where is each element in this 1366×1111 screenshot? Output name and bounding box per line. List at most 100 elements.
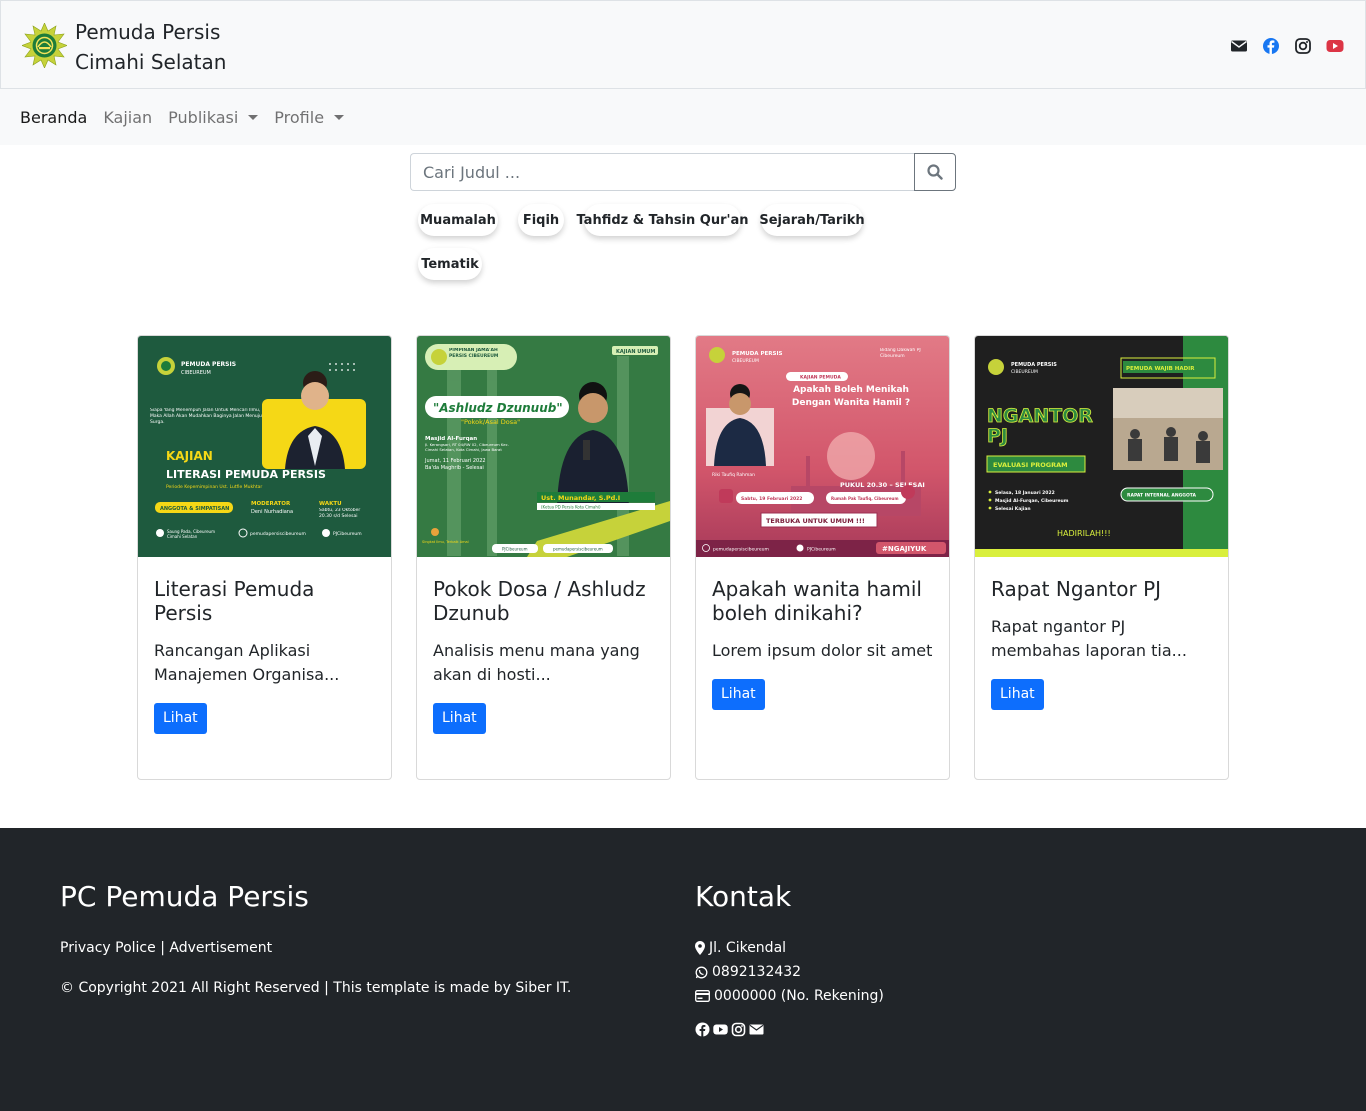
instagram-icon[interactable] <box>731 1022 746 1037</box>
img-hashtag: #NGAJIYUK <box>882 545 927 553</box>
contact-title: Kontak <box>695 880 792 913</box>
brand-line-2: Cimahi Selatan <box>75 50 227 74</box>
img-periode: Periode Kepemimpinan Ust. Lutfie Mukhtar <box>166 484 262 490</box>
credit-card-icon <box>695 990 710 1002</box>
search-input[interactable] <box>410 153 914 191</box>
chevron-down-icon <box>248 114 259 120</box>
envelope-icon[interactable] <box>1230 37 1248 55</box>
post-cards: PEMUDA PERSIS CIBEUREUM Siapa Yang Menem… <box>137 335 1229 780</box>
card-image[interactable]: PIMPINAN JAMA'AH PERSIS CIBEUREUM KAJIAN… <box>417 336 670 557</box>
phone-text: 0892132432 <box>712 964 802 980</box>
privacy-link[interactable]: Privacy Police <box>60 940 156 956</box>
brand-name[interactable]: Pemuda Persis Cimahi Selatan <box>75 17 226 77</box>
card-image[interactable]: PEMUDA PERSIS CIBEUREUM PEMUDA WAJIB HAD… <box>975 336 1228 557</box>
tag-tahfidz-tahsin[interactable]: Tahfidz & Tahsin Qur'an <box>576 204 749 236</box>
img-audience: ANGGOTA & SIMPATISAN <box>160 506 229 512</box>
img-ig: pemudapersiscibeureum <box>250 531 306 537</box>
search-button[interactable] <box>914 153 956 191</box>
img-headline: "Ashludz Dzunuub" <box>433 401 563 415</box>
img-waktu-label: WAKTU <box>319 501 342 507</box>
top-header: Pemuda Persis Cimahi Selatan <box>0 0 1366 89</box>
main-navbar: Beranda Kajian Publikasi Profile <box>0 89 1366 145</box>
tag-fiqih[interactable]: Fiqih <box>518 204 564 236</box>
map-marker-icon <box>695 941 705 955</box>
lihat-button[interactable]: Lihat <box>991 679 1044 710</box>
img-waktu: Sabtu, 23 Oktober 20.30 s/d Selesai <box>319 508 361 519</box>
card-image[interactable]: PEMUDA PERSIS CIBEUREUM Siapa Yang Menem… <box>138 336 391 557</box>
footer-separator: | <box>160 940 165 956</box>
card-title: Rapat Ngantor PJ <box>991 577 1162 601</box>
img-headline: LITERASI PEMUDA PERSIS <box>166 468 326 481</box>
lihat-button[interactable]: Lihat <box>154 703 207 734</box>
card-text: Lorem ipsum dolor sit amet <box>712 641 933 660</box>
card-text: Rancangan Aplikasi Manajemen Organisa... <box>154 641 340 684</box>
img-fb: PJCibeureum <box>502 547 528 552</box>
nav-kajian[interactable]: Kajian <box>95 108 160 127</box>
advertisement-link[interactable]: Advertisement <box>169 940 272 956</box>
img-date: Sabtu, 19 Februari 2022 <box>741 496 802 502</box>
img-badge: PEMUDA WAJIB HADIR <box>1126 366 1195 372</box>
tag-muamalah[interactable]: Muamalah <box>418 204 498 236</box>
facebook-icon[interactable] <box>1262 37 1280 55</box>
card-image[interactable]: PEMUDA PERSIS CIBEUREUM Bidang Dakwah PJ… <box>696 336 949 557</box>
img-sub: CIBEUREUM <box>181 370 211 376</box>
instagram-icon[interactable] <box>1294 37 1312 55</box>
nav-publikasi-dropdown[interactable]: Publikasi <box>160 108 266 127</box>
img-quote: Siapa Yang Menempuh Jalan Untuk Mencari … <box>150 408 262 425</box>
post-card: PIMPINAN JAMA'AH PERSIS CIBEUREUM KAJIAN… <box>416 335 671 780</box>
facebook-icon[interactable] <box>695 1022 710 1037</box>
card-title: Pokok Dosa / Ashludz Dzunub <box>433 577 646 625</box>
card-title: Literasi Pemuda Persis <box>154 577 315 625</box>
header-social-links <box>1230 37 1344 55</box>
post-card: PEMUDA PERSIS CIBEUREUM Bidang Dakwah PJ… <box>695 335 950 780</box>
img-headline-2: PJ <box>987 425 1008 447</box>
img-date: Jumat, 11 Februari 2022 <box>424 458 486 464</box>
nav-profile-dropdown[interactable]: Profile <box>266 108 352 127</box>
search-icon <box>927 164 943 180</box>
img-bidang: Bidang Dakwah PJ Cibeureum <box>880 348 921 359</box>
nav-label: Kajian <box>103 107 153 127</box>
contact-address: Jl. Cikendal <box>695 936 884 960</box>
footer-contact: Kontak Jl. Cikendal 0892132432 0000000 (… <box>695 880 884 1037</box>
img-fb: PJCibeureum <box>333 531 362 537</box>
lihat-button[interactable]: Lihat <box>712 679 765 710</box>
img-kajian: KAJIAN <box>166 449 213 463</box>
img-org: PEMUDA PERSIS <box>181 361 236 368</box>
img-sub: "Pokok/Asal Dosa" <box>461 418 520 426</box>
post-card: PEMUDA PERSIS CIBEUREUM Siapa Yang Menem… <box>137 335 392 780</box>
tag-tematik[interactable]: Tematik <box>418 248 482 280</box>
chevron-down-icon <box>334 114 345 120</box>
account-text: 0000000 (No. Rekening) <box>714 988 884 1004</box>
img-moderator-label: MODERATOR <box>251 501 291 507</box>
search-bar <box>410 153 956 191</box>
img-place: Rumah Pak Taufiq, Cibeureum <box>831 496 899 501</box>
card-text: Rapat ngantor PJ membahas laporan tia... <box>991 617 1187 660</box>
envelope-icon[interactable] <box>749 1022 764 1037</box>
img-loc: Saung Pada, Cibeureum Cimahi Selatan <box>167 529 215 539</box>
img-eval: EVALUASI PROGRAM <box>993 461 1068 469</box>
img-fb: PJCibeureum <box>807 547 836 553</box>
img-open: TERBUKA UNTUK UMUM !!! <box>766 517 865 525</box>
img-sub: CIBEUREUM <box>732 358 759 364</box>
img-org: PEMUDA PERSIS <box>1011 362 1057 368</box>
tag-sejarah-tarikh[interactable]: Sejarah/Tarikh <box>759 204 865 236</box>
img-badge: KAJIAN UMUM <box>616 349 655 355</box>
img-sub: CIBEUREUM <box>1011 369 1038 375</box>
youtube-icon[interactable] <box>713 1022 728 1037</box>
footer-social-links <box>695 1022 884 1037</box>
nav-label: Publikasi <box>168 107 239 127</box>
pemuda-persis-logo[interactable] <box>22 23 67 68</box>
nav-beranda[interactable]: Beranda <box>20 108 95 127</box>
img-speaker-role: (Ketua PD Persis Kota Cimahi) <box>541 505 601 510</box>
img-rapat: RAPAT INTERNAL ANGGOTA <box>1127 493 1197 499</box>
youtube-icon[interactable] <box>1326 37 1344 55</box>
contact-account: 0000000 (No. Rekening) <box>695 984 884 1008</box>
footer-about: PC Pemuda Persis Privacy Police | Advert… <box>60 880 571 1000</box>
img-speaker: Ust. Munandar, S.Pd.I <box>541 494 620 502</box>
img-time: Ba'da Maghrib - Selesai <box>425 465 484 471</box>
lihat-button[interactable]: Lihat <box>433 703 486 734</box>
footer-title: PC Pemuda Persis <box>60 880 309 913</box>
nav-label: Beranda <box>20 107 88 127</box>
img-org: PEMUDA PERSIS <box>732 351 782 357</box>
img-speaker: Riki Taufiq Rahman <box>712 472 755 478</box>
